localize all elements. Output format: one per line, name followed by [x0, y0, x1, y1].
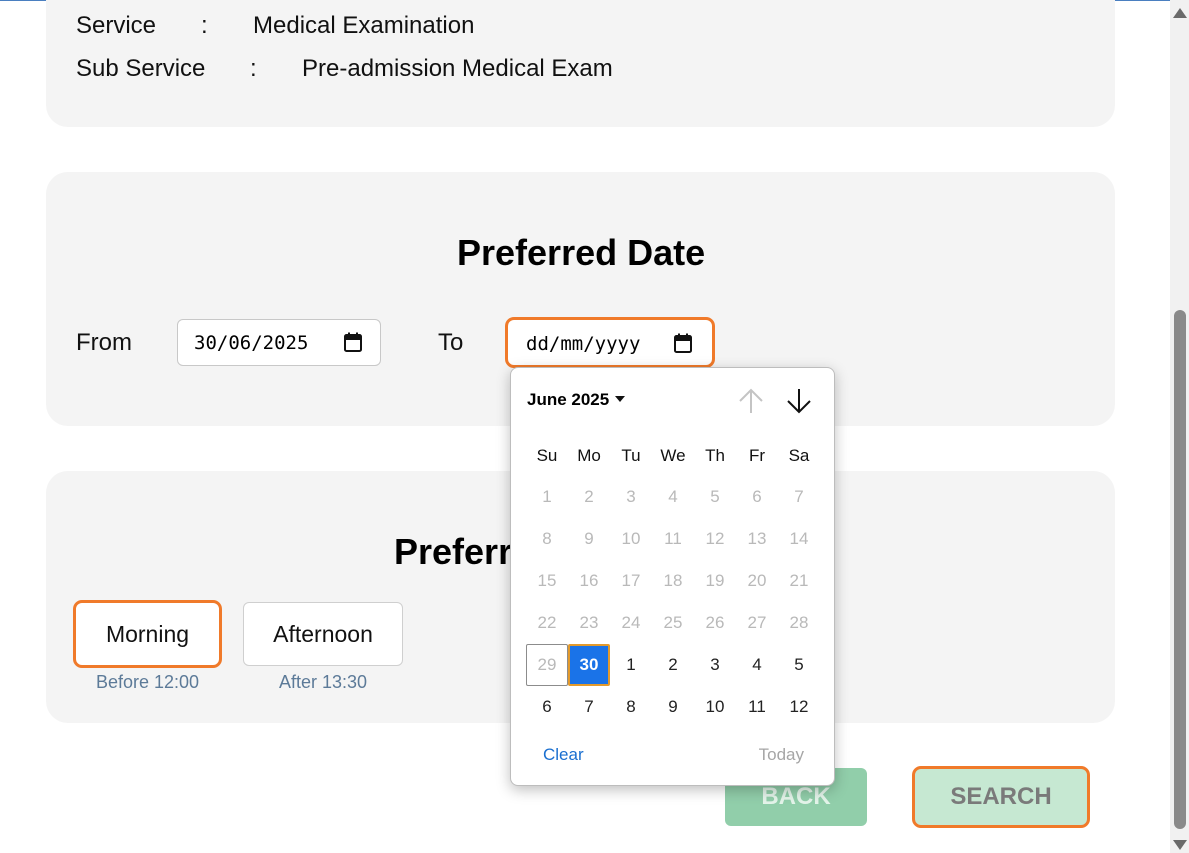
from-date-value: 30/06/2025: [194, 332, 309, 354]
from-date-input[interactable]: 30/06/2025: [177, 319, 381, 366]
to-date-input[interactable]: dd/mm/yyyy: [505, 317, 715, 368]
calendar-day-today: 29: [526, 644, 568, 686]
calendar-day: 17: [621, 571, 641, 590]
afternoon-slot-button[interactable]: Afternoon: [243, 602, 403, 666]
calendar-day: 25: [663, 613, 683, 632]
scroll-up-arrow-icon[interactable]: [1173, 8, 1187, 18]
weekday-label: Sa: [788, 446, 810, 465]
calendar-day: 6: [752, 487, 762, 506]
weekday-label: We: [660, 446, 686, 465]
calendar-day: 18: [663, 571, 683, 590]
service-label: Service: [76, 12, 157, 39]
clear-button[interactable]: Clear: [543, 745, 584, 765]
search-button[interactable]: SEARCH: [912, 766, 1090, 828]
calendar-day[interactable]: 6: [526, 686, 568, 728]
calendar-day: 12: [705, 529, 725, 548]
afternoon-slot-hint: After 13:30: [278, 672, 368, 692]
calendar-day: 5: [710, 487, 720, 506]
scrollbar-thumb[interactable]: [1174, 310, 1186, 829]
calendar-day: 11: [664, 529, 682, 548]
calendar-day: 16: [579, 571, 599, 590]
service-separator: :: [201, 12, 208, 39]
calendar-day: 19: [705, 571, 725, 590]
subservice-separator: :: [250, 55, 257, 82]
scroll-down-arrow-icon[interactable]: [1173, 840, 1187, 850]
preferred-date-title: Preferred Date: [457, 232, 706, 273]
calendar-day[interactable]: 8: [610, 686, 652, 728]
calendar-day: 21: [789, 571, 809, 590]
subservice-label: Sub Service: [76, 55, 206, 82]
calendar-day[interactable]: 7: [568, 686, 610, 728]
arrow-up-icon[interactable]: [737, 386, 765, 416]
calendar-day: 26: [705, 613, 725, 632]
calendar-day: 20: [747, 571, 767, 590]
calendar-day: 22: [537, 613, 557, 632]
calendar-day[interactable]: 10: [694, 686, 736, 728]
to-date-placeholder: dd/mm/yyyy: [526, 333, 641, 355]
morning-slot-button[interactable]: Morning: [73, 600, 222, 668]
weekday-label: Th: [705, 446, 725, 465]
calendar-day[interactable]: 2: [652, 644, 694, 686]
subservice-value: Pre-admission Medical Exam: [302, 55, 613, 82]
today-button[interactable]: Today: [759, 745, 804, 765]
calendar-day: 9: [584, 529, 594, 548]
calendar-day[interactable]: 4: [736, 644, 778, 686]
from-label: From: [76, 329, 132, 356]
calendar-day: 4: [668, 487, 678, 506]
calendar-day: 13: [747, 529, 767, 548]
calendar-icon[interactable]: [674, 333, 692, 353]
calendar-day[interactable]: 11: [736, 686, 778, 728]
caret-down-icon: [615, 395, 626, 402]
weekday-label: Su: [536, 446, 558, 465]
calendar-day[interactable]: 5: [778, 644, 820, 686]
calendar-day: 7: [794, 487, 804, 506]
calendar-day-selected[interactable]: 30: [568, 644, 610, 686]
calendar-day[interactable]: 1: [610, 644, 652, 686]
calendar-day[interactable]: 12: [778, 686, 820, 728]
weekday-label: Mo: [577, 446, 601, 465]
calendar-day: 27: [747, 613, 767, 632]
calendar-day: 28: [789, 613, 809, 632]
arrow-down-icon[interactable]: [785, 386, 813, 416]
calendar-day[interactable]: 3: [694, 644, 736, 686]
to-label: To: [438, 329, 464, 356]
preferred-time-title: Preferr: [394, 531, 513, 572]
month-year-label: June 2025: [527, 390, 610, 409]
calendar-day: 24: [621, 613, 641, 632]
morning-slot-hint: Before 12:00: [95, 672, 200, 692]
weekday-label: Fr: [748, 446, 766, 465]
calendar-day: 15: [537, 571, 557, 590]
calendar-day: 2: [584, 487, 594, 506]
calendar-day: 14: [789, 529, 809, 548]
calendar-day: 8: [542, 529, 552, 548]
calendar-day: 3: [626, 487, 636, 506]
calendar-day: 23: [579, 613, 599, 632]
weekday-label: Tu: [621, 446, 641, 465]
afternoon-slot-label: Afternoon: [273, 620, 373, 647]
service-value: Medical Examination: [253, 12, 475, 39]
calendar-day: 1: [542, 487, 552, 506]
month-year-selector[interactable]: June 2025: [527, 390, 626, 410]
morning-slot-label: Morning: [105, 620, 190, 647]
calendar-day: 10: [621, 529, 641, 548]
calendar-day[interactable]: 9: [652, 686, 694, 728]
date-picker-popup: June 2025 Su Mo Tu We Th Fr Sa 1 2 3 4 5 6 7 8 9 10 11 12…: [510, 367, 835, 786]
calendar-icon[interactable]: [344, 332, 362, 352]
